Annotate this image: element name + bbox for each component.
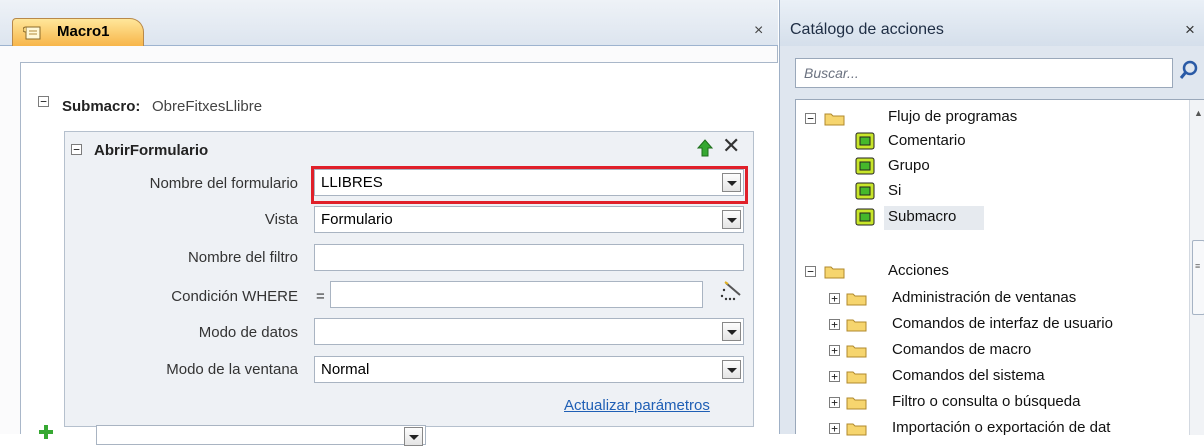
where-equals-sign: = (316, 288, 325, 305)
close-catalog-icon[interactable]: × (1185, 20, 1195, 40)
macro-designer-pane: Macro1 × − Submacro: ObreFitxesLlibre − … (0, 0, 778, 446)
scroll-thumb[interactable]: ≡ (1192, 240, 1204, 315)
expand-macro-commands[interactable]: + (829, 345, 840, 356)
window-mode-label: Modo de la ventana (166, 361, 298, 378)
add-new-action-combobox[interactable] (96, 425, 426, 446)
filter-name-label: Nombre del filtro (187, 249, 298, 266)
move-up-arrow-icon[interactable] (697, 139, 713, 157)
expression-builder-icon[interactable] (717, 280, 747, 304)
window-mode-value: Normal (321, 361, 370, 378)
catalog-tree: ▲ ≡ − Flujo de programas Comentario Grup… (795, 99, 1204, 436)
folder-icon (846, 319, 867, 332)
highlight-box (311, 166, 748, 204)
data-mode-combobox[interactable] (314, 318, 744, 345)
chevron-down-icon[interactable] (722, 210, 741, 229)
where-condition-label: Condición WHERE (171, 288, 298, 305)
where-condition-input[interactable] (330, 281, 703, 308)
folder-icon (846, 371, 867, 384)
filter-name-input[interactable] (314, 244, 744, 271)
flow-group-toggle[interactable]: − (805, 113, 816, 124)
argument-labels: Nombre del formulario Vista Nombre del f… (0, 0, 298, 434)
folder-icon (846, 293, 867, 306)
folder-icon (824, 113, 845, 126)
expand-filter-query-search[interactable]: + (829, 397, 840, 408)
scroll-grip-icon: ≡ (1195, 261, 1201, 271)
search-icon[interactable] (1178, 58, 1200, 84)
chevron-down-icon[interactable] (722, 322, 741, 341)
folder-icon (824, 266, 845, 279)
view-label: Vista (264, 211, 298, 228)
view-value: Formulario (321, 211, 393, 228)
flow-block-icon (855, 157, 875, 175)
scroll-up-icon[interactable]: ▲ (1194, 108, 1203, 118)
add-action-plus-icon[interactable] (38, 424, 54, 440)
close-macro-icon[interactable]: × (754, 22, 763, 40)
folder-icon (846, 345, 867, 358)
flow-block-icon (855, 208, 875, 226)
flow-block-icon (855, 132, 875, 150)
delete-action-icon[interactable]: ✕ (722, 133, 740, 159)
catalog-header: Catálogo de acciones × (780, 0, 1204, 46)
chevron-down-icon[interactable] (722, 360, 741, 379)
expand-ui-commands[interactable]: + (829, 319, 840, 330)
expand-import-export[interactable]: + (829, 423, 840, 434)
data-mode-label: Modo de datos (198, 324, 298, 341)
form-name-label: Nombre del formulario (149, 175, 298, 192)
expand-window-management[interactable]: + (829, 293, 840, 304)
update-parameters-link[interactable]: Actualizar parámetros (564, 397, 710, 414)
tree-scrollbar[interactable]: ▲ ≡ (1189, 100, 1204, 435)
action-catalog-pane: Catálogo de acciones × ▲ ≡ − Flujo de pr… (779, 0, 1204, 436)
catalog-search-input[interactable] (796, 59, 1172, 87)
flow-block-icon (855, 182, 875, 200)
action-category-import-export[interactable]: Importación o exportación de dat (892, 417, 1189, 441)
catalog-title: Catálogo de acciones (790, 21, 944, 38)
folder-icon (846, 397, 867, 410)
actions-group-toggle[interactable]: − (805, 266, 816, 277)
expand-system-commands[interactable]: + (829, 371, 840, 382)
window-mode-combobox[interactable]: Normal (314, 356, 744, 383)
view-combobox[interactable]: Formulario (314, 206, 744, 233)
chevron-down-icon[interactable] (404, 427, 423, 446)
catalog-search-box[interactable] (795, 58, 1173, 88)
